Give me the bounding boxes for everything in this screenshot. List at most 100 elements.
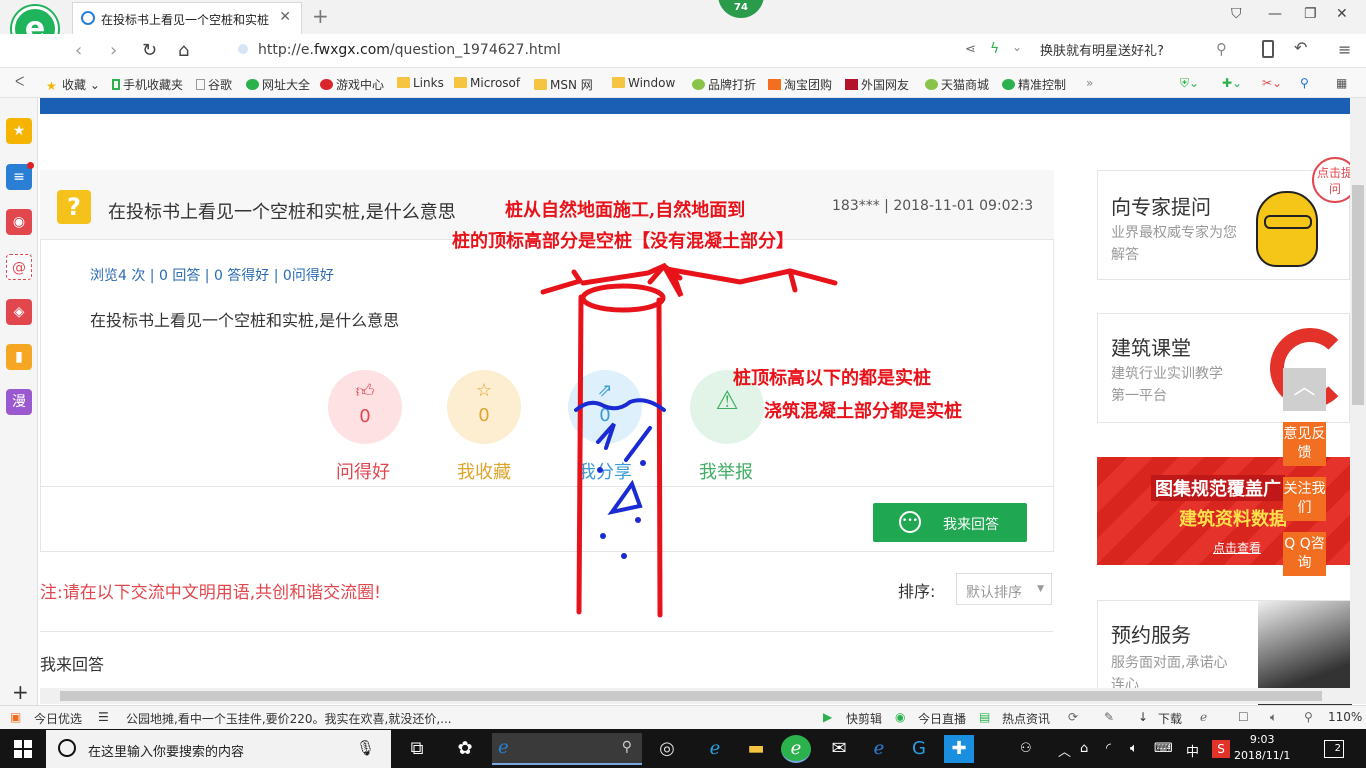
zoom-level[interactable]: 110% [1328,710,1362,724]
taskbar-ie-search[interactable]: ℯ ⚲ [492,733,642,765]
taskbar-search-box[interactable]: 在这里输入你要搜索的内容 🎙︎ [46,730,391,768]
back-icon[interactable]: ‹ [75,40,82,61]
vertical-scroll-thumb[interactable] [1352,185,1364,405]
microphone-icon[interactable]: 🎙︎ [356,739,375,757]
scissors-icon[interactable]: ✂⌄ [1262,76,1282,90]
ie-app-icon[interactable]: ℯ [700,735,730,763]
fav-tmall[interactable]: 天猫商城 [925,76,989,93]
answer-button[interactable]: ••• 我来回答 [873,503,1027,542]
fav-brand[interactable]: 品牌打折 [692,76,756,93]
tab-active[interactable]: 在投标书上看见一个空桩和实桩 ✕ [72,2,302,34]
minimize-icon[interactable]: — [1268,6,1282,22]
ime-indicator[interactable]: 中 [1186,741,1199,760]
more-favorites-icon[interactable]: » [1086,76,1093,90]
people-icon[interactable]: ⚇ [1020,741,1032,756]
horizontal-scroll-thumb[interactable] [60,691,1322,701]
fav-google[interactable]: 谷歌 [196,76,232,93]
speed-icon[interactable]: ⟳ [1068,710,1078,724]
fav-msn[interactable]: MSN 网 [534,76,593,93]
close-window-icon[interactable]: ✕ [1336,6,1348,22]
gamepad-icon[interactable]: ◈ [6,299,32,325]
volume-icon[interactable]: 🔈︎ [1270,710,1277,725]
search-icon[interactable]: ⚲ [1216,40,1227,58]
tray-expand-icon[interactable]: ︿ [1058,741,1071,760]
sort-select[interactable]: 默认排序 ▼ [956,573,1052,605]
sogou-icon[interactable]: S [1212,740,1230,758]
pin-icon[interactable]: ✎ [1104,710,1114,724]
pinwheel-app-icon[interactable]: ✿ [450,735,480,763]
chevron-down-icon[interactable]: ⌄ [1012,40,1022,54]
undo-icon[interactable]: ↶ [1294,38,1307,57]
wifi-icon[interactable]: ◜ [1106,741,1111,756]
fav-taobao[interactable]: 淘宝团购 [768,76,832,93]
remote-app-icon[interactable]: ✚ [944,735,974,763]
follow-us-button[interactable]: 关注我们 [1283,477,1326,521]
restore-icon[interactable]: ❐ [1304,6,1317,22]
window-icon[interactable]: ☐ [1238,710,1249,724]
fav-mobile[interactable]: 手机收藏夹 [112,76,183,93]
share-icon[interactable]: ⋖ [965,42,976,57]
collect-button[interactable]: ☆ 0 [447,370,521,444]
speaker-icon[interactable]: 🔈︎ [1130,741,1138,756]
good-question-button[interactable]: 👍︎ 0 [328,370,402,444]
apps-grid-icon[interactable]: ▦ [1336,76,1347,90]
ie-mode-icon[interactable]: ℯ [1200,710,1207,724]
leaf-icon [692,79,705,90]
keyboard-icon[interactable]: ⌨ [1154,741,1173,756]
news-ticker[interactable]: 公园地摊,看中一个玉挂件,要价220。我实在欢喜,就没还价,... [126,710,452,727]
weibo-icon[interactable]: ◉ [6,209,32,235]
magnifier-icon[interactable]: ⚲ [1300,76,1309,90]
mail-icon[interactable]: @ [6,254,32,280]
zoom-icon[interactable]: ⚲ [1304,710,1313,724]
favorites-star-icon[interactable]: ★ [6,118,32,144]
edge-app-icon[interactable]: ℯ [864,735,894,763]
feedback-button[interactable]: 意见反馈 [1283,422,1326,466]
forward-icon[interactable]: › [110,40,117,61]
fav-games[interactable]: 游戏中心 [320,76,384,93]
menu-icon[interactable]: ≡ [1338,40,1351,59]
mail-app-icon[interactable]: ✉ [824,735,854,763]
share-button[interactable]: ⇗ 0 [568,370,642,444]
download-icon[interactable]: ↓ [1138,710,1148,724]
comic-icon[interactable]: 漫 [6,389,32,415]
browser-app-icon[interactable]: ℯ [781,735,811,763]
sidebar-toggle-icon[interactable]: ᐸ [15,75,24,90]
url-field[interactable]: http://e.fwxgx.com/question_1974627.html [258,42,561,58]
phone-icon[interactable] [1262,40,1274,58]
download-label[interactable]: 下载 [1158,710,1182,727]
lightning-icon[interactable]: ϟ [990,41,999,57]
fav-foreign[interactable]: 外国网友 [845,76,909,93]
hot-news[interactable]: 热点资讯 [1002,710,1050,727]
windows-start-icon[interactable] [14,740,32,758]
shield-icon[interactable]: ⛨⌄ [1180,76,1199,91]
task-view-icon[interactable]: ⧉ [402,735,432,763]
fav-microsoft[interactable]: Microsof [454,76,520,90]
fav-hao[interactable]: 网址大全 [246,76,310,93]
quick-clip[interactable]: 快剪辑 [846,710,882,727]
back-to-top-button[interactable]: ︿ [1283,368,1326,411]
today-picks[interactable]: 今日优选 [34,710,82,727]
network-icon[interactable]: ⌂ [1080,741,1088,756]
g-app-icon[interactable]: G [904,735,934,763]
fav-collect[interactable]: ★ 收藏 ⌄ [46,76,100,93]
fav-precise[interactable]: 精准控制 [1002,76,1066,93]
fav-links[interactable]: Links [397,76,444,90]
file-explorer-icon[interactable]: ▬ [741,735,771,763]
chrome-app-icon[interactable]: ◎ [652,735,682,763]
add-sidebar-icon[interactable]: + [12,680,29,704]
plus-icon[interactable]: ✚⌄ [1222,76,1242,90]
notification-center[interactable]: 2 [1324,740,1344,758]
tab-close-icon[interactable]: ✕ [279,9,291,25]
system-clock[interactable]: 9:03 2018/11/1 [1234,732,1290,764]
today-live[interactable]: 今日直播 [918,710,966,727]
ask-expert-card[interactable]: 向专家提问 业界最权威专家为您解答 点击提问 [1097,157,1358,280]
refresh-icon[interactable]: ↻ [142,40,157,61]
shirt-icon[interactable]: ⛉ [1231,6,1242,22]
qq-consult-button[interactable]: Q Q咨询 [1283,532,1326,576]
fav-windows[interactable]: Window [612,76,675,90]
building-class-title: 建筑课堂 [1111,336,1191,360]
book-icon[interactable]: ▮ [6,344,32,370]
search-suggestion[interactable]: 换肤就有明星送好礼? [1040,40,1164,59]
new-tab-button[interactable]: + [312,4,329,28]
home-icon[interactable]: ⌂ [178,40,189,61]
